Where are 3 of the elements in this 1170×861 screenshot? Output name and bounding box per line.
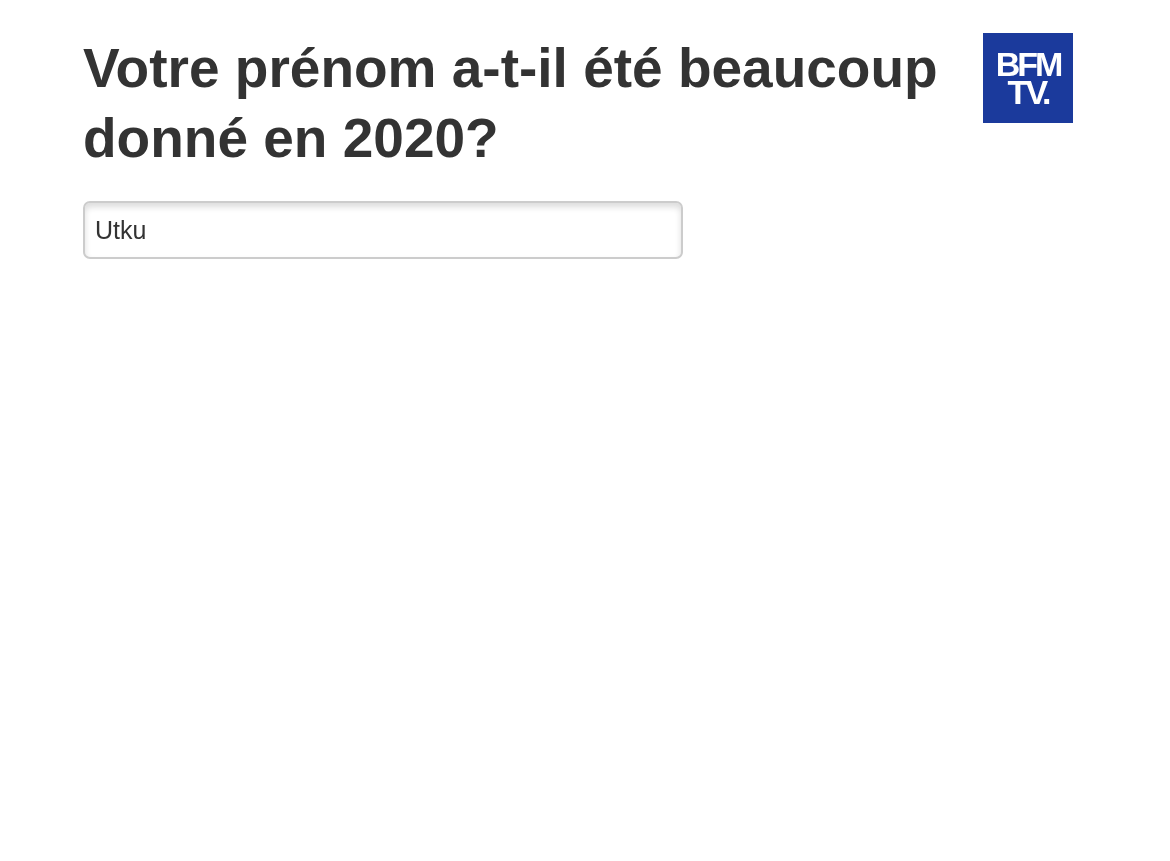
name-input[interactable]: Utku: [83, 201, 683, 259]
logo: BFM TV.: [983, 33, 1073, 123]
page-title: Votre prénom a-t-il été beaucoup donné en 2020?: [83, 36, 939, 171]
